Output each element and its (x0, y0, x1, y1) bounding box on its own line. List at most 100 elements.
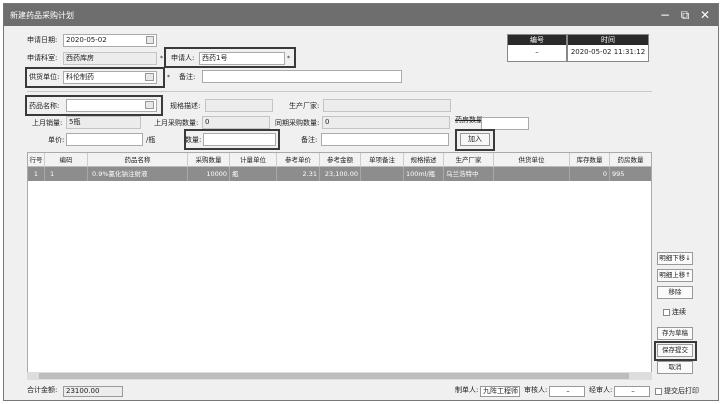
add-button[interactable]: 加入 (460, 133, 490, 146)
last-month-purchase-input: 0 (202, 116, 270, 129)
maker-label: 制单人: (455, 386, 479, 394)
cell: 1 (28, 167, 45, 181)
supplier-input[interactable]: 科伦制药 (63, 71, 157, 84)
remark-label: 备注: (179, 73, 196, 81)
code-value: – (535, 48, 539, 56)
cell: 10000 (188, 167, 230, 181)
col-header[interactable]: 规格描述 (404, 153, 444, 167)
list-picker-icon[interactable] (145, 73, 154, 81)
window-title: 新建药品采购计划 (10, 11, 74, 20)
scroll-thumb[interactable] (39, 373, 629, 379)
restore-icon[interactable]: ⧉ (677, 7, 693, 23)
col-header[interactable]: 库存数量 (570, 153, 610, 167)
divider (27, 91, 652, 92)
quantity-input[interactable] (203, 133, 276, 146)
approver-label: 经审人: (589, 386, 613, 394)
price-input[interactable] (66, 133, 143, 146)
print-after-label: 提交后打印 (664, 387, 699, 395)
time-header: 时间 (568, 35, 648, 45)
price-unit: /瓶 (146, 136, 156, 144)
cell: 瓶 (230, 167, 277, 181)
col-header[interactable]: 生产厂家 (444, 153, 494, 167)
price-label: 单价: (48, 136, 65, 144)
required-mark-2: * (287, 55, 290, 62)
total-value: 23100.00 (63, 386, 123, 397)
quantity-label: 数量: (185, 136, 202, 144)
remove-button[interactable]: 移除 (657, 286, 693, 299)
supplier-value: 科伦制药 (66, 73, 94, 81)
col-header[interactable]: 供货单位 (494, 153, 570, 167)
save-draft-button[interactable]: 存为草稿 (657, 327, 693, 340)
time-box: 时间 2020-05-02 11:31:12 (567, 34, 649, 62)
purchase-plan-window: 新建药品采购计划 − ⧉ ✕ 申请日期: 2020-05-02 申请科室: 西药… (3, 3, 719, 401)
total-label: 合计金额: (27, 386, 58, 394)
spec-label: 规格描述: (170, 102, 201, 110)
apply-date-label: 申请日期: (27, 36, 58, 44)
col-header[interactable]: 单项备注 (361, 153, 404, 167)
last-month-sales-input: 5瓶 (66, 116, 141, 129)
stock-label: 药房数量 (455, 116, 483, 124)
continuous-label: 连续 (672, 308, 686, 316)
col-header[interactable]: 药房数量 (610, 153, 651, 167)
continuous-checkbox[interactable] (663, 309, 670, 316)
applicant-label: 申请人: (171, 54, 195, 62)
drug-name-label: 药品名称: (29, 102, 60, 110)
cell: 2.31 (277, 167, 320, 181)
maker-value: 九阵工程师 (480, 386, 520, 397)
col-header[interactable]: 采购数量 (188, 153, 230, 167)
print-after-checkbox[interactable] (655, 388, 662, 395)
supplier-label: 供货单位: (29, 73, 60, 81)
cell: 乌兰浩特中 (444, 167, 494, 181)
code-box: 编号 – (507, 34, 567, 62)
apply-date-value: 2020-05-02 (66, 36, 107, 44)
remark-input[interactable] (202, 70, 402, 83)
cell (361, 167, 404, 181)
cell: 23,100.00 (320, 167, 361, 181)
col-header[interactable]: 行号 (28, 153, 45, 167)
reviewer-label: 审核人: (524, 386, 548, 394)
cell: 1 (45, 167, 88, 181)
list-picker-icon-2[interactable] (145, 101, 154, 109)
time-value: 2020-05-02 11:31:12 (570, 48, 646, 56)
remark2-label: 备注: (301, 136, 318, 144)
spec-input (205, 99, 273, 112)
cancel-button[interactable]: 取消 (657, 361, 693, 374)
move-down-button[interactable]: 明细下移↓ (657, 252, 693, 265)
applicant-input[interactable]: 西药1号 (199, 52, 285, 65)
approver-value: – (614, 386, 650, 397)
required-mark-3: * (167, 74, 170, 81)
apply-dept-label: 申请科室: (27, 54, 58, 62)
cell: 0 (570, 167, 610, 181)
title-bar: 新建药品采购计划 − ⧉ ✕ (4, 4, 718, 26)
same-period-label: 同期采购数量: (275, 119, 320, 127)
table-header: 行号 编码 药品名称 采购数量 计量单位 参考单价 参考金额 单项备注 规格描述… (28, 153, 651, 167)
required-mark: * (160, 55, 163, 62)
col-header[interactable]: 药品名称 (88, 153, 188, 167)
maker-input (323, 99, 451, 112)
drug-name-input[interactable] (66, 99, 157, 112)
horizontal-scrollbar[interactable] (27, 372, 652, 380)
col-header[interactable]: 编码 (45, 153, 88, 167)
minimize-icon[interactable]: − (657, 7, 673, 23)
calendar-icon[interactable] (146, 36, 154, 44)
col-header[interactable]: 参考单价 (277, 153, 320, 167)
maker-label: 生产厂家: (289, 102, 320, 110)
col-header[interactable]: 参考金额 (320, 153, 361, 167)
last-month-purchase-label: 上月采购数量: (154, 119, 199, 127)
cell (494, 167, 570, 181)
last-month-sales-label: 上月销量: (32, 119, 63, 127)
cell: 0.9%氯化钠注射液 (88, 167, 188, 181)
cell: 100ml/瓶 (404, 167, 444, 181)
same-period-input: 0 (322, 116, 450, 129)
cell: 995 (610, 167, 651, 181)
reviewer-value: – (549, 386, 585, 397)
col-header[interactable]: 计量单位 (230, 153, 277, 167)
move-up-button[interactable]: 明细上移↑ (657, 269, 693, 282)
remark2-input[interactable] (321, 133, 449, 146)
save-submit-button[interactable]: 保存提交 (657, 344, 693, 357)
purchase-table: 行号 编码 药品名称 采购数量 计量单位 参考单价 参考金额 单项备注 规格描述… (27, 152, 652, 374)
close-icon[interactable]: ✕ (697, 7, 713, 23)
apply-dept-input: 西药库房 (63, 52, 157, 65)
table-row[interactable]: 1 1 0.9%氯化钠注射液 10000 瓶 2.31 23,100.00 10… (28, 167, 651, 181)
apply-date-input[interactable]: 2020-05-02 (63, 34, 157, 47)
